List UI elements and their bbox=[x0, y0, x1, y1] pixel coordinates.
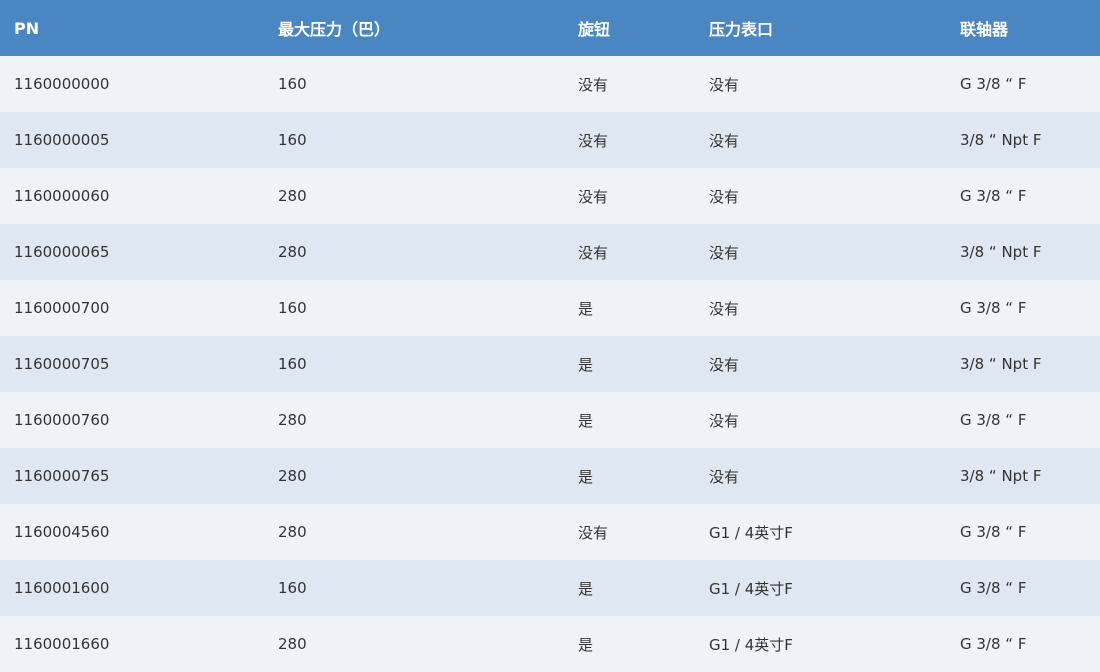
header-max-pressure: 最大压力（巴） bbox=[278, 20, 391, 39]
header-coupling: 联轴器 bbox=[960, 20, 1009, 39]
table-row: 1160001660 280 是 G1 / 4英寸F G 3/8 “ F bbox=[0, 616, 1100, 672]
cell-pn: 1160000760 bbox=[14, 411, 110, 429]
header-row: PN 最大压力（巴） 旋钮 压力表口 联轴器 bbox=[0, 0, 1100, 56]
cell-pn: 1160000700 bbox=[14, 299, 110, 317]
cell-gauge-port: G1 / 4英寸F bbox=[709, 579, 793, 598]
cell-max-pressure: 280 bbox=[278, 411, 307, 429]
cell-max-pressure: 280 bbox=[278, 635, 307, 653]
cell-max-pressure: 160 bbox=[278, 299, 307, 317]
cell-pn: 1160001660 bbox=[14, 635, 110, 653]
cell-knob: 没有 bbox=[578, 243, 609, 262]
table-row: 1160000060 280 没有 没有 G 3/8 “ F bbox=[0, 168, 1100, 224]
cell-pn: 1160000065 bbox=[14, 243, 110, 261]
table-header: PN 最大压力（巴） 旋钮 压力表口 联轴器 bbox=[0, 0, 1100, 56]
cell-pn: 1160000005 bbox=[14, 131, 110, 149]
cell-gauge-port: 没有 bbox=[709, 411, 740, 430]
cell-coupling: G 3/8 “ F bbox=[960, 635, 1027, 653]
cell-knob: 没有 bbox=[578, 523, 609, 542]
cell-knob: 是 bbox=[578, 467, 594, 486]
cell-pn: 1160001600 bbox=[14, 579, 110, 597]
cell-max-pressure: 160 bbox=[278, 355, 307, 373]
cell-coupling: 3/8 “ Npt F bbox=[960, 355, 1042, 373]
cell-max-pressure: 160 bbox=[278, 131, 307, 149]
cell-max-pressure: 280 bbox=[278, 187, 307, 205]
cell-max-pressure: 280 bbox=[278, 243, 307, 261]
cell-coupling: G 3/8 “ F bbox=[960, 523, 1027, 541]
cell-pn: 1160000000 bbox=[14, 75, 110, 93]
cell-coupling: 3/8 “ Npt F bbox=[960, 467, 1042, 485]
header-knob: 旋钮 bbox=[578, 20, 611, 39]
cell-knob: 没有 bbox=[578, 75, 609, 94]
cell-knob: 是 bbox=[578, 299, 594, 318]
cell-pn: 1160004560 bbox=[14, 523, 110, 541]
cell-knob: 是 bbox=[578, 355, 594, 374]
cell-coupling: G 3/8 “ F bbox=[960, 187, 1027, 205]
cell-knob: 是 bbox=[578, 411, 594, 430]
table-row: 1160000005 160 没有 没有 3/8 “ Npt F bbox=[0, 112, 1100, 168]
table-body: 1160000000 160 没有 没有 G 3/8 “ F 116000000… bbox=[0, 56, 1100, 672]
cell-max-pressure: 280 bbox=[278, 523, 307, 541]
header-gauge-port: 压力表口 bbox=[709, 20, 774, 39]
cell-max-pressure: 280 bbox=[278, 467, 307, 485]
cell-pn: 1160000060 bbox=[14, 187, 110, 205]
cell-gauge-port: G1 / 4英寸F bbox=[709, 635, 793, 654]
cell-gauge-port: 没有 bbox=[709, 187, 740, 206]
table-row: 1160000000 160 没有 没有 G 3/8 “ F bbox=[0, 56, 1100, 112]
cell-knob: 是 bbox=[578, 635, 594, 654]
header-pn: PN bbox=[14, 18, 40, 38]
table-row: 1160000700 160 是 没有 G 3/8 “ F bbox=[0, 280, 1100, 336]
cell-gauge-port: 没有 bbox=[709, 243, 740, 262]
cell-coupling: G 3/8 “ F bbox=[960, 579, 1027, 597]
cell-gauge-port: 没有 bbox=[709, 355, 740, 374]
cell-gauge-port: 没有 bbox=[709, 467, 740, 486]
cell-coupling: G 3/8 “ F bbox=[960, 411, 1027, 429]
cell-max-pressure: 160 bbox=[278, 75, 307, 93]
cell-gauge-port: 没有 bbox=[709, 131, 740, 150]
cell-max-pressure: 160 bbox=[278, 579, 307, 597]
table-row: 1160000705 160 是 没有 3/8 “ Npt F bbox=[0, 336, 1100, 392]
cell-knob: 没有 bbox=[578, 187, 609, 206]
cell-knob: 没有 bbox=[578, 131, 609, 150]
cell-gauge-port: 没有 bbox=[709, 75, 740, 94]
cell-coupling: 3/8 “ Npt F bbox=[960, 131, 1042, 149]
cell-coupling: G 3/8 “ F bbox=[960, 75, 1027, 93]
cell-coupling: G 3/8 “ F bbox=[960, 299, 1027, 317]
cell-gauge-port: G1 / 4英寸F bbox=[709, 523, 793, 542]
table-row: 1160001600 160 是 G1 / 4英寸F G 3/8 “ F bbox=[0, 560, 1100, 616]
cell-coupling: 3/8 “ Npt F bbox=[960, 243, 1042, 261]
table-row: 1160000065 280 没有 没有 3/8 “ Npt F bbox=[0, 224, 1100, 280]
cell-pn: 1160000705 bbox=[14, 355, 110, 373]
cell-gauge-port: 没有 bbox=[709, 299, 740, 318]
table-row: 1160004560 280 没有 G1 / 4英寸F G 3/8 “ F bbox=[0, 504, 1100, 560]
table-row: 1160000765 280 是 没有 3/8 “ Npt F bbox=[0, 448, 1100, 504]
product-table: PN 最大压力（巴） 旋钮 压力表口 联轴器 1160000000 160 没有… bbox=[0, 0, 1100, 672]
cell-knob: 是 bbox=[578, 579, 594, 598]
table-row: 1160000760 280 是 没有 G 3/8 “ F bbox=[0, 392, 1100, 448]
cell-pn: 1160000765 bbox=[14, 467, 110, 485]
